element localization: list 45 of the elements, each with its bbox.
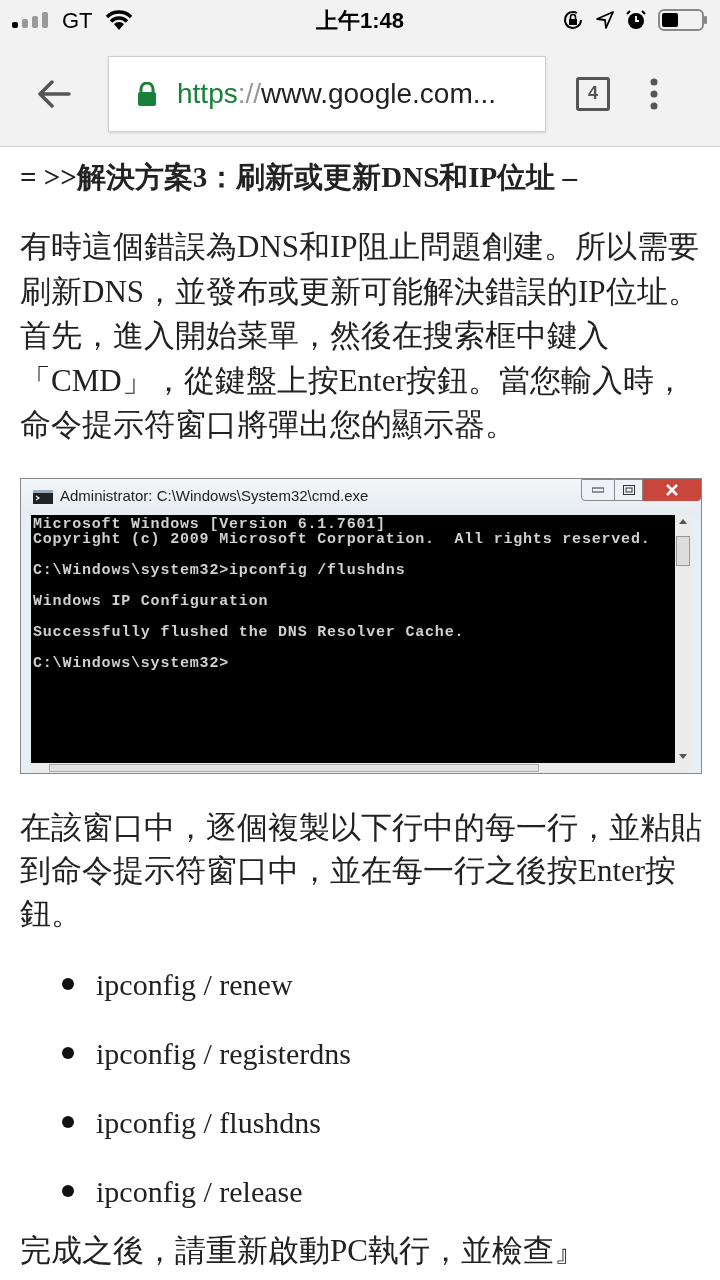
maximize-icon [622, 484, 635, 495]
console-line: Windows IP Configuration [33, 592, 270, 610]
console-line: Successfully flushed the DNS Resolver Cache. [33, 623, 466, 641]
bullet-icon [62, 1047, 74, 1059]
scroll-up-icon [679, 518, 687, 524]
horizontal-scrollbar[interactable] [31, 762, 691, 773]
battery-icon [658, 9, 708, 31]
vertical-scrollbar[interactable] [675, 514, 691, 763]
scroll-thumb[interactable] [676, 535, 690, 566]
status-time: 上午1:48 [316, 6, 404, 35]
console-line: C:\Windows\system32> [33, 654, 231, 672]
minimize-icon [592, 486, 604, 493]
article-paragraph: 在該窗口中，逐個複製以下行中的每一行，並粘貼到命令提示符窗口中，並在每一行之後按Enter按鈕。 [20, 808, 703, 933]
article-paragraph: 有時這個錯誤為DNS和IP阻止問題創建。所以需要刷新DNS，並發布或更新可能解決錯誤的IP位址。首先，進入開始菜單，然後在搜索框中鍵入「CMD」，從鍵盤上按Enter按鈕。當您輸入時，命令提示符窗口將彈出您的顯示器。 [20, 228, 700, 444]
command-text: ipconfig / renew [96, 966, 293, 1003]
tab-count-button[interactable]: 4 [576, 76, 610, 111]
location-arrow-icon [596, 11, 614, 29]
alarm-clock-icon [626, 10, 646, 30]
scroll-down-icon [679, 753, 687, 759]
console-line: C:\Windows\system32>ipconfig /flushdns [33, 561, 407, 579]
carrier-name: GT [62, 6, 93, 35]
url-text: https://www.google.com... [177, 76, 497, 111]
command-text: ipconfig / release [96, 1173, 303, 1210]
wifi-icon [104, 10, 133, 30]
close-icon [665, 483, 679, 496]
lock-icon [137, 81, 157, 106]
address-bar[interactable]: https://www.google.com... [108, 55, 546, 132]
bullet-icon [62, 1116, 74, 1128]
close-button[interactable] [643, 478, 701, 501]
article-heading: = >>解決方案3：刷新或更新DNS和IP位址 – [20, 160, 579, 195]
maximize-button[interactable] [615, 478, 643, 501]
back-arrow-icon [37, 79, 71, 108]
signal-icon [12, 12, 50, 28]
command-text: ipconfig / registerdns [96, 1035, 351, 1072]
console-line: Microsoft Windows [Version 6.1.7601] [33, 516, 386, 532]
bullet-icon [62, 1185, 74, 1197]
console-line: Copyright (c) 2009 Microsoft Corporation. All rights reserved. [33, 532, 652, 548]
menu-icon [649, 77, 659, 110]
window-title: Administrator: C:\Windows\System32\cmd.exe [60, 486, 369, 507]
console-app-icon [33, 489, 53, 504]
bullet-icon [62, 978, 74, 990]
command-text: ipconfig / flushdns [96, 1104, 321, 1141]
scroll-thumb[interactable] [49, 763, 539, 772]
rotation-lock-icon [562, 9, 584, 31]
article-paragraph: 完成之後，請重新啟動PC執行，並檢查』 [20, 1232, 586, 1269]
